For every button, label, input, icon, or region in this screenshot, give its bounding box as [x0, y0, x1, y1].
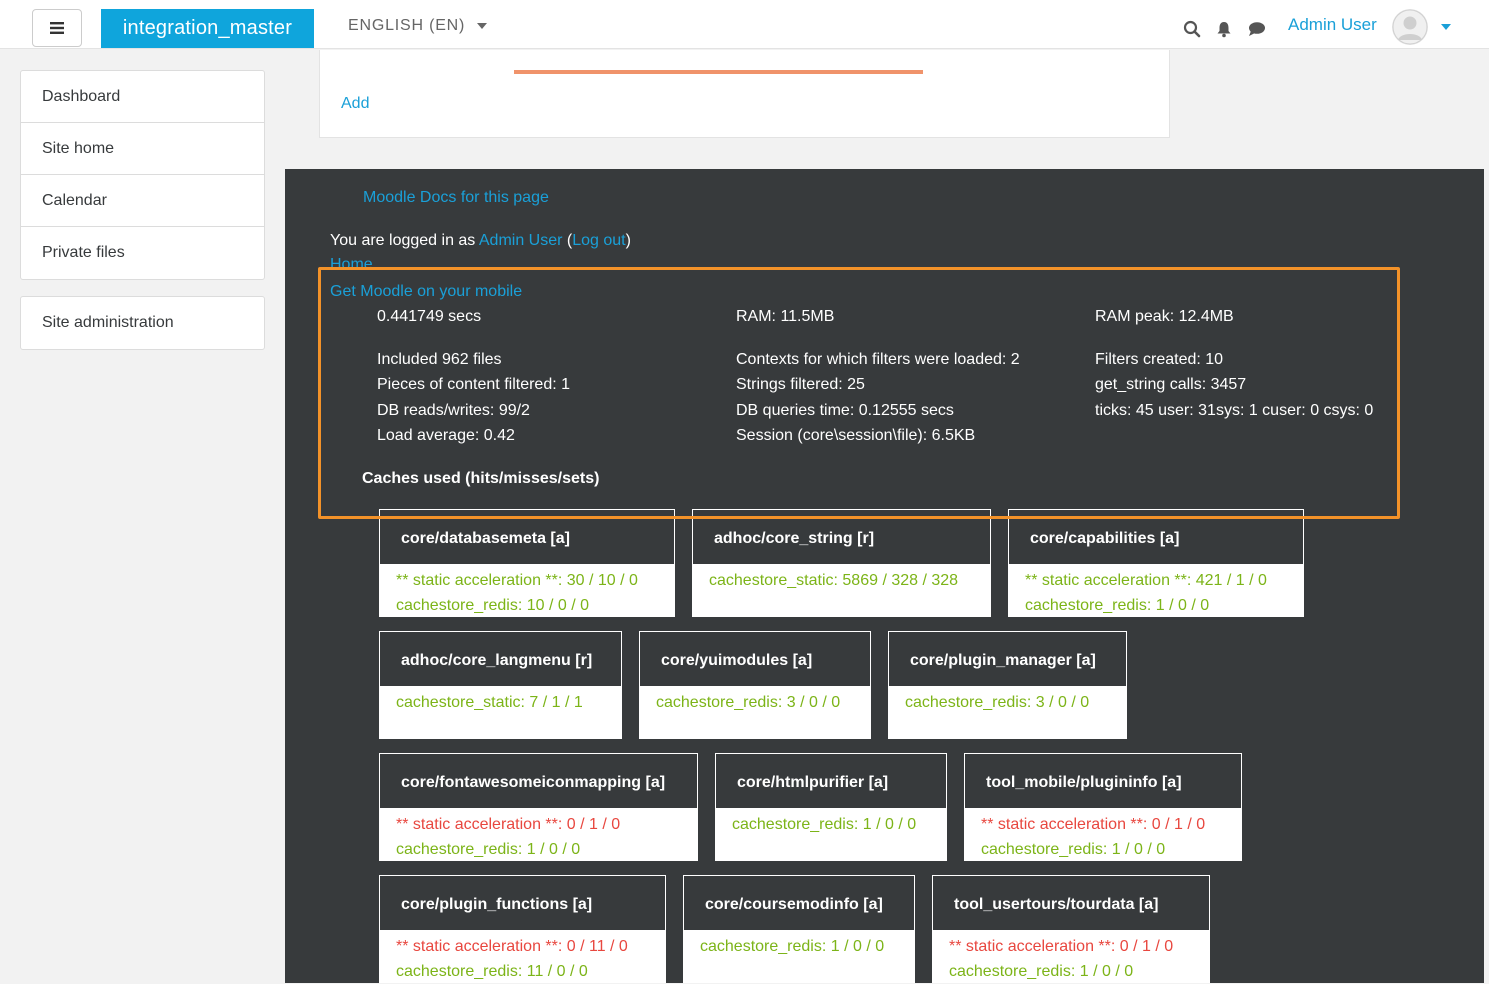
cache-box: core/plugin_functions [a] ** static acce…: [379, 875, 666, 983]
perf-load-average: Load average: 0.42: [377, 427, 515, 444]
sidebar-item-site-administration[interactable]: Site administration: [21, 297, 264, 349]
chevron-down-icon: [477, 23, 488, 29]
cache-box: adhoc/core_langmenu [r] cachestore_stati…: [379, 631, 622, 739]
cache-stat-line: ** static acceleration **: 30 / 10 / 0: [396, 572, 638, 589]
cache-box: tool_usertours/tourdata [a] ** static ac…: [932, 875, 1210, 983]
cache-stat-line: cachestore_redis: 3 / 0 / 0: [905, 694, 1090, 711]
bell-icon[interactable]: [1215, 20, 1233, 38]
perf-db-reads-writes: DB reads/writes: 99/2: [377, 402, 530, 419]
cache-name: adhoc/core_string [r]: [692, 509, 991, 564]
cache-box: adhoc/core_string [r] cachestore_static:…: [692, 509, 991, 617]
cache-stat-line: cachestore_static: 7 / 1 / 1: [396, 694, 583, 711]
cache-stat-line: cachestore_redis: 1 / 0 / 0: [700, 938, 885, 955]
perf-filters-created: Filters created: 10: [1095, 351, 1224, 368]
add-link[interactable]: Add: [341, 95, 369, 113]
perf-session: Session (core\session\file): 6.5KB: [736, 427, 976, 444]
cache-stat-line: cachestore_redis: 1 / 0 / 0: [1025, 597, 1210, 614]
perf-get-string-calls: get_string calls: 3457: [1095, 376, 1247, 393]
cache-stat-line: cachestore_redis: 1 / 0 / 0: [981, 841, 1166, 858]
cache-name: core/plugin_manager [a]: [888, 631, 1127, 686]
avatar-icon[interactable]: [1392, 9, 1428, 45]
cache-name: core/yuimodules [a]: [639, 631, 871, 686]
perf-time: 0.441749 secs: [377, 308, 482, 325]
perf-filter-contexts: Contexts for which filters were loaded: …: [736, 351, 1020, 368]
cache-box: core/fontawesomeiconmapping [a] ** stati…: [379, 753, 698, 861]
sidebar-item-private-files[interactable]: Private files: [21, 227, 264, 279]
cache-stat-line: ** static acceleration **: 0 / 1 / 0: [949, 938, 1174, 955]
chat-icon[interactable]: [1247, 20, 1267, 38]
page-footer: Moodle Docs for this page You are logged…: [285, 169, 1484, 983]
cache-name: core/fontawesomeiconmapping [a]: [379, 753, 698, 808]
perf-db-queries-time: DB queries time: 0.12555 secs: [736, 402, 954, 419]
chevron-down-icon[interactable]: [1441, 24, 1451, 30]
cache-stat-line: cachestore_static: 5869 / 328 / 328: [709, 572, 959, 589]
content-card: Add: [319, 50, 1170, 138]
cache-box: tool_mobile/plugininfo [a] ** static acc…: [964, 753, 1242, 861]
cache-stat-line: cachestore_redis: 1 / 0 / 0: [732, 816, 917, 833]
sidebar-item-dashboard[interactable]: Dashboard: [21, 71, 264, 123]
cache-stat-line: ** static acceleration **: 0 / 1 / 0: [981, 816, 1206, 833]
perf-ram-peak: RAM peak: 12.4MB: [1095, 308, 1234, 325]
cache-name: tool_mobile/plugininfo [a]: [964, 753, 1242, 808]
perf-content-filtered: Pieces of content filtered: 1: [377, 376, 570, 393]
cache-name: core/plugin_functions [a]: [379, 875, 666, 930]
cache-stat-line: cachestore_redis: 1 / 0 / 0: [949, 963, 1134, 980]
sidebar-item-site-home[interactable]: Site home: [21, 123, 264, 175]
cache-stat-line: cachestore_redis: 3 / 0 / 0: [656, 694, 841, 711]
cache-box: core/plugin_manager [a] cachestore_redis…: [888, 631, 1127, 739]
perf-ram: RAM: 11.5MB: [736, 308, 835, 325]
top-navbar: integration_master ENGLISH (EN) Admin Us…: [0, 0, 1489, 49]
cache-name: core/capabilities [a]: [1008, 509, 1304, 564]
cache-name: core/databasemeta [a]: [379, 509, 675, 564]
cache-box: core/coursemodinfo [a] cachestore_redis:…: [683, 875, 915, 983]
cache-stat-line: ** static acceleration **: 0 / 1 / 0: [396, 816, 621, 833]
site-brand-link[interactable]: integration_master: [101, 9, 314, 48]
progress-line: [514, 70, 923, 74]
perf-included-files: Included 962 files: [377, 351, 502, 368]
cache-name: core/coursemodinfo [a]: [683, 875, 915, 930]
cache-box: core/yuimodules [a] cachestore_redis: 3 …: [639, 631, 871, 739]
cache-name: core/htmlpurifier [a]: [715, 753, 947, 808]
sidebar-item-calendar[interactable]: Calendar: [21, 175, 264, 227]
cache-name: adhoc/core_langmenu [r]: [379, 631, 622, 686]
perf-ticks: ticks: 45 user: 31sys: 1 cuser: 0 csys: …: [1095, 402, 1374, 419]
cache-stat-line: cachestore_redis: 10 / 0 / 0: [396, 597, 589, 614]
sidebar-nav: Dashboard Site home Calendar Private fil…: [20, 70, 265, 280]
language-label: ENGLISH (EN): [348, 17, 466, 34]
cache-stat-line: ** static acceleration **: 0 / 11 / 0: [396, 938, 628, 955]
language-menu[interactable]: ENGLISH (EN): [348, 17, 488, 35]
sidebar-admin: Site administration: [20, 296, 265, 350]
hamburger-icon: [50, 22, 64, 34]
cache-stat-line: cachestore_redis: 1 / 0 / 0: [396, 841, 581, 858]
user-menu-name[interactable]: Admin User: [1288, 15, 1377, 35]
cache-stat-line: ** static acceleration **: 421 / 1 / 0: [1025, 572, 1267, 589]
cache-box: core/capabilities [a] ** static accelera…: [1008, 509, 1304, 617]
menu-toggle-button[interactable]: [32, 9, 82, 47]
cache-stat-line: cachestore_redis: 11 / 0 / 0: [396, 963, 588, 980]
nav-icons: [1183, 20, 1267, 38]
caches-title: Caches used (hits/misses/sets): [362, 470, 600, 487]
cache-box: core/htmlpurifier [a] cachestore_redis: …: [715, 753, 947, 861]
performance-info: 0.441749 secs Included 962 files Pieces …: [285, 169, 1397, 469]
cache-name: tool_usertours/tourdata [a]: [932, 875, 1210, 930]
perf-strings-filtered: Strings filtered: 25: [736, 376, 865, 393]
cache-box: core/databasemeta [a] ** static accelera…: [379, 509, 675, 617]
search-icon[interactable]: [1183, 20, 1201, 38]
